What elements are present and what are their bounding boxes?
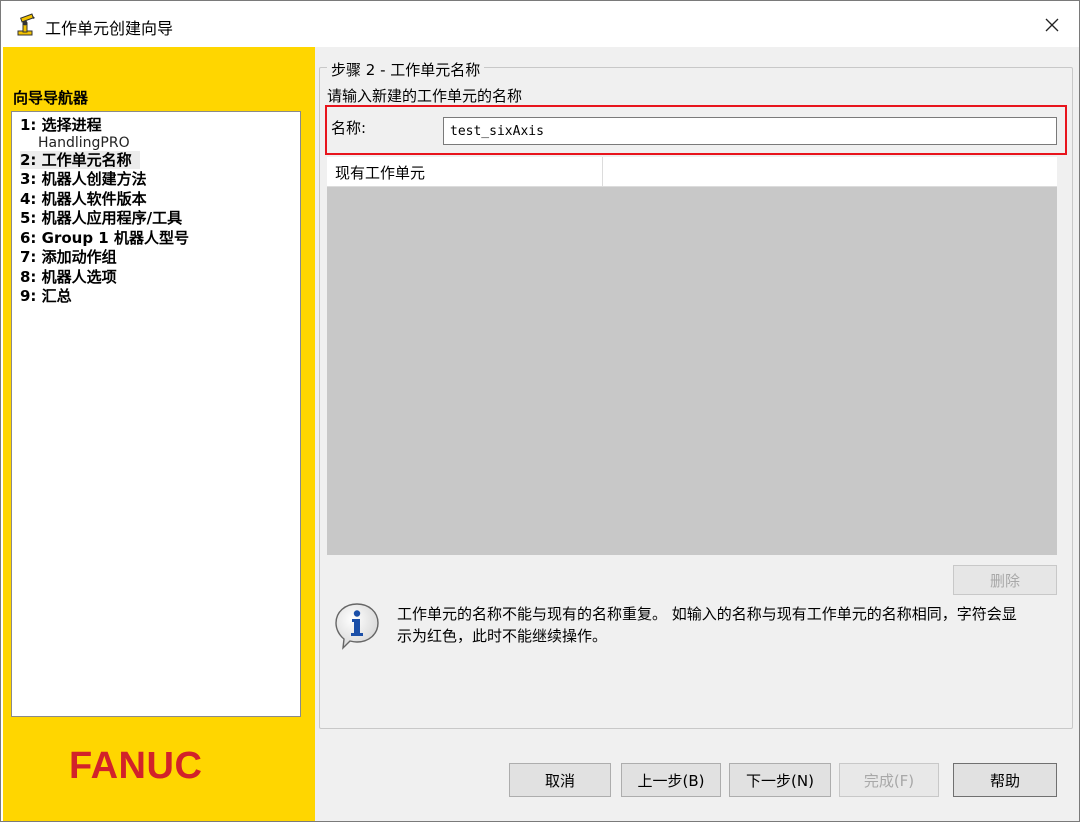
navigator-panel: 向导导航器 1: 选择进程 HandlingPRO 2: 工作单元名称 3: 机… — [3, 47, 315, 821]
info-message: 工作单元的名称不能与现有的名称重复。 如输入的名称与现有工作单元的名称相同，字符… — [397, 603, 1027, 647]
close-button[interactable] — [1037, 11, 1067, 39]
cell-name-input[interactable] — [443, 117, 1057, 145]
navigator-header: 向导导航器 — [13, 87, 88, 108]
nav-step-3[interactable]: 3: 机器人创建方法 — [20, 170, 300, 190]
existing-cells-table[interactable]: 现有工作单元 — [327, 157, 1057, 555]
nav-step-label: 6: Group 1 机器人型号 — [20, 229, 189, 247]
finish-button[interactable]: 完成(F) — [839, 763, 939, 797]
nav-step-label: 7: 添加动作组 — [20, 248, 117, 266]
title-bar: 工作单元创建向导 — [1, 1, 1079, 47]
nav-step-label: 8: 机器人选项 — [20, 268, 117, 286]
column-header-empty[interactable] — [604, 157, 1057, 187]
nav-step-label: 1: 选择进程 — [20, 116, 102, 134]
close-icon — [1044, 17, 1060, 33]
nav-step-5[interactable]: 5: 机器人应用程序/工具 — [20, 209, 300, 229]
existing-cells-header: 现有工作单元 — [327, 157, 1057, 187]
nav-step-label: 9: 汇总 — [20, 287, 72, 305]
nav-step-sub: HandlingPRO — [20, 136, 300, 151]
help-button[interactable]: 帮助 — [953, 763, 1057, 797]
window-title: 工作单元创建向导 — [45, 15, 173, 39]
nav-step-4[interactable]: 4: 机器人软件版本 — [20, 190, 300, 210]
column-header-existing-cells[interactable]: 现有工作单元 — [327, 157, 603, 187]
next-button[interactable]: 下一步(N) — [729, 763, 831, 797]
nav-step-8[interactable]: 8: 机器人选项 — [20, 268, 300, 288]
step-content-panel: 步骤 2 - 工作单元名称 请输入新建的工作单元的名称 名称: 现有工作单元 删… — [315, 47, 1079, 821]
nav-step-9[interactable]: 9: 汇总 — [20, 287, 300, 307]
name-label: 名称: — [331, 117, 366, 138]
cancel-button[interactable]: 取消 — [509, 763, 611, 797]
nav-step-2[interactable]: 2: 工作单元名称 — [20, 151, 300, 171]
nav-step-label: 2: 工作单元名称 — [20, 151, 140, 169]
nav-step-label: 4: 机器人软件版本 — [20, 190, 147, 208]
nav-step-1[interactable]: 1: 选择进程 HandlingPRO — [20, 116, 300, 151]
navigator-list: 1: 选择进程 HandlingPRO 2: 工作单元名称 3: 机器人创建方法… — [12, 112, 300, 307]
nav-step-label: 5: 机器人应用程序/工具 — [20, 209, 182, 227]
robot-arm-icon — [15, 13, 37, 37]
nav-step-7[interactable]: 7: 添加动作组 — [20, 248, 300, 268]
info-icon — [333, 601, 381, 651]
delete-button[interactable]: 删除 — [953, 565, 1057, 595]
wizard-window: 工作单元创建向导 向导导航器 1: 选择进程 HandlingPRO 2: 工作… — [0, 0, 1080, 822]
nav-step-6[interactable]: 6: Group 1 机器人型号 — [20, 229, 300, 249]
fanuc-logo: FANUC — [69, 745, 202, 788]
nav-step-label: 3: 机器人创建方法 — [20, 170, 147, 188]
navigator-list-box: 1: 选择进程 HandlingPRO 2: 工作单元名称 3: 机器人创建方法… — [11, 111, 301, 717]
step-instruction: 请输入新建的工作单元的名称 — [327, 85, 522, 106]
back-button[interactable]: 上一步(B) — [621, 763, 721, 797]
step-title: 步骤 2 - 工作单元名称 — [327, 59, 484, 80]
